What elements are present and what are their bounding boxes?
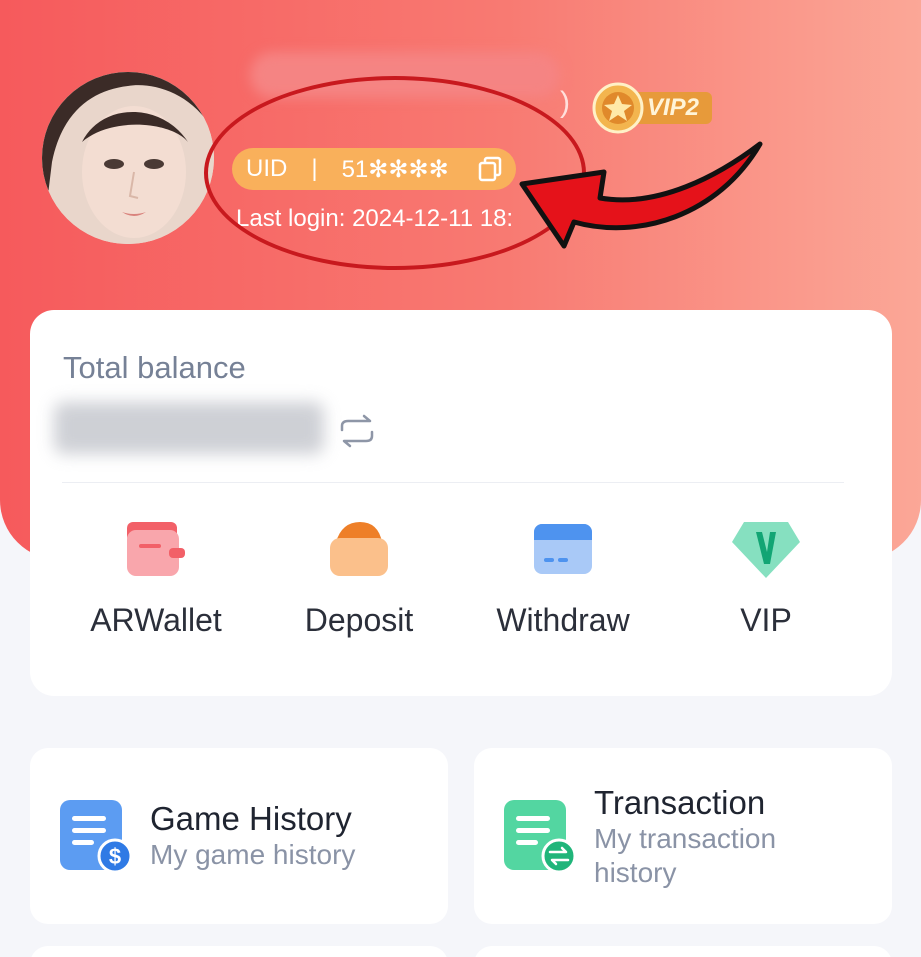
deposit-icon — [330, 522, 388, 576]
menu-card-partial[interactable] — [30, 946, 448, 957]
transaction-card[interactable]: Transaction My transaction history — [474, 748, 892, 924]
transaction-title: Transaction — [594, 784, 766, 821]
divider — [62, 482, 844, 483]
vip-button[interactable]: VIP — [666, 518, 866, 639]
deposit-label: Deposit — [304, 602, 414, 638]
balance-amount-redacted — [54, 402, 324, 454]
vip-icon — [732, 522, 800, 578]
vip-level-label: VIP2 — [647, 94, 700, 121]
wallet-icon — [127, 522, 185, 576]
username-paren: ) — [560, 86, 570, 119]
arwallet-label: ARWallet — [90, 602, 222, 638]
withdraw-button[interactable]: Withdraw — [463, 518, 663, 639]
vip-label: VIP — [740, 602, 792, 638]
game-history-subtitle: My game history — [150, 839, 356, 870]
svg-text:$: $ — [109, 844, 121, 869]
menu-card-partial[interactable] — [474, 946, 892, 957]
annotation-arrow-icon — [519, 141, 763, 249]
balance-card: Total balance ARWallet Deposit Withdraw — [30, 310, 892, 696]
transaction-subtitle: My transaction history — [594, 823, 777, 888]
game-history-title: Game History — [150, 800, 352, 837]
avatar[interactable] — [42, 72, 214, 244]
deposit-button[interactable]: Deposit — [259, 518, 459, 639]
total-balance-title: Total balance — [63, 350, 246, 385]
game-history-icon: $ — [60, 800, 132, 874]
withdraw-label: Withdraw — [496, 602, 630, 638]
transaction-icon — [504, 800, 576, 874]
arwallet-button[interactable]: ARWallet — [56, 518, 256, 639]
game-history-card[interactable]: $ Game History My game history — [30, 748, 448, 924]
refresh-icon[interactable] — [336, 414, 378, 448]
withdraw-card-icon — [534, 524, 592, 574]
